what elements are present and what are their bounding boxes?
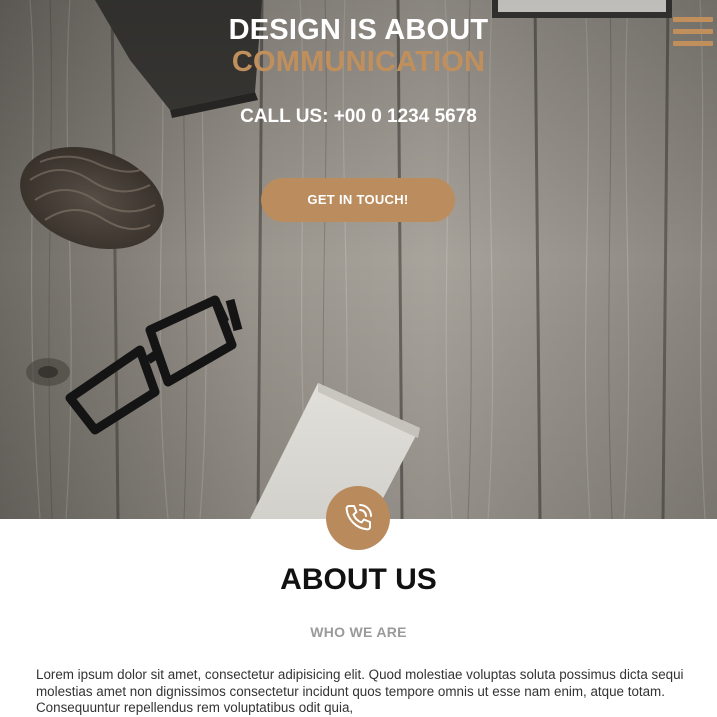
about-body-text: Lorem ipsum dolor sit amet, consectetur … (36, 667, 684, 715)
phone-icon (345, 504, 372, 531)
menu-bar (673, 17, 713, 22)
about-title: ABOUT US (280, 563, 437, 596)
hero-title-line1: DESIGN IS ABOUT (228, 14, 489, 46)
landing-page: DESIGN IS ABOUT COMMUNICATION CALL US: +… (0, 0, 717, 717)
phone-badge (326, 486, 390, 550)
hero-section: DESIGN IS ABOUT COMMUNICATION CALL US: +… (0, 0, 717, 519)
hamburger-menu-icon[interactable] (673, 16, 713, 48)
about-subtitle: WHO WE ARE (310, 624, 407, 640)
hero-title-line2: COMMUNICATION (231, 46, 486, 78)
get-in-touch-button[interactable]: GET IN TOUCH! (261, 178, 455, 222)
menu-bar (673, 29, 713, 34)
hero-phone-text: CALL US: +00 0 1234 5678 (240, 106, 477, 127)
menu-bar (673, 41, 713, 46)
hero-title: DESIGN IS ABOUT COMMUNICATION (0, 14, 717, 78)
